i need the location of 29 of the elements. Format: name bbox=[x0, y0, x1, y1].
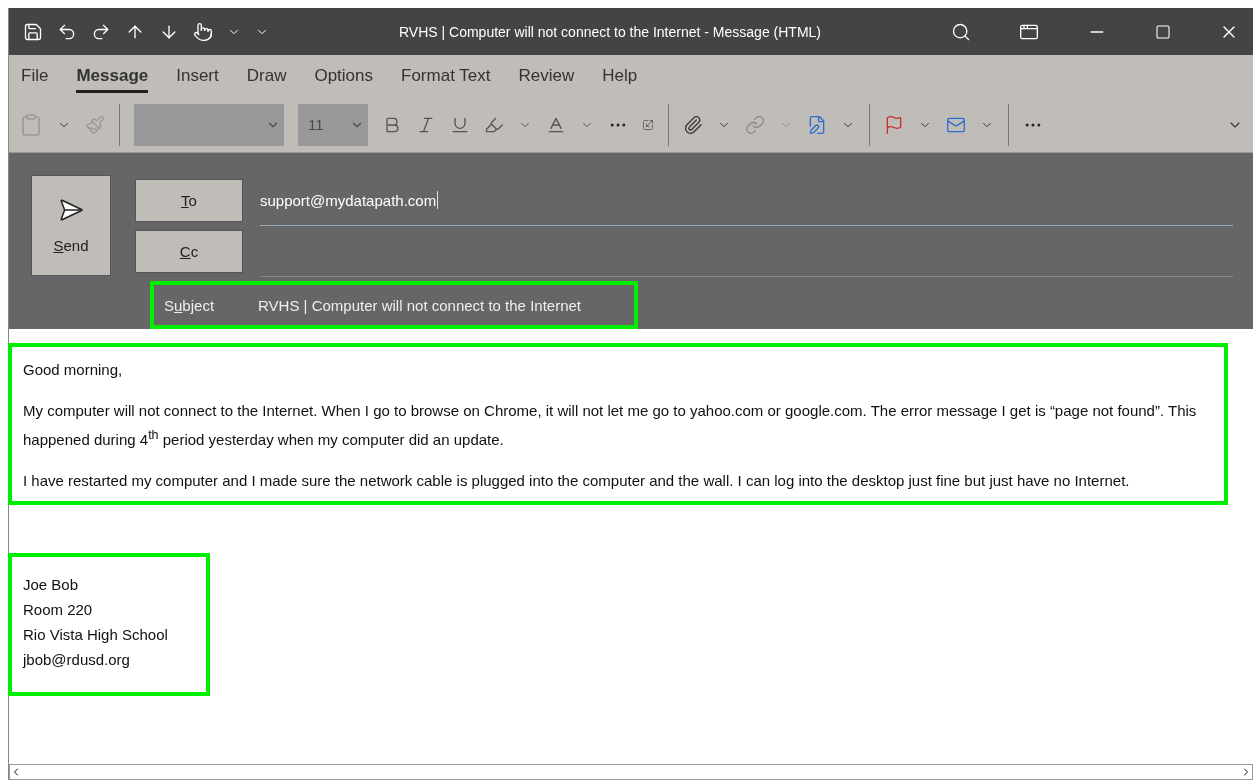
ribbon-tab[interactable]: File bbox=[21, 59, 49, 93]
flag-icon[interactable] bbox=[884, 114, 904, 135]
window-title: RVHS | Computer will not connect to the Internet - Message (HTML) bbox=[398, 23, 822, 40]
ribbon-tab[interactable]: Help bbox=[602, 59, 638, 93]
message-body[interactable] bbox=[8, 343, 1228, 505]
ribbon-tab[interactable]: Message bbox=[76, 59, 149, 93]
touch-hand-icon[interactable] bbox=[193, 21, 213, 42]
horizontal-scrollbar[interactable] bbox=[9, 764, 1253, 780]
ribbon-tab[interactable]: Format Text bbox=[401, 59, 491, 93]
recipient-button[interactable]: Cc bbox=[135, 230, 243, 274]
dialog-launcher-icon[interactable] bbox=[642, 118, 654, 131]
ribbon-tab[interactable]: Options bbox=[314, 59, 374, 93]
ribbon-tab[interactable]: Review bbox=[518, 59, 575, 93]
ribbon-tab[interactable]: Insert bbox=[176, 59, 219, 93]
send-button[interactable]: Send bbox=[31, 175, 111, 276]
recipient-button[interactable]: To bbox=[135, 179, 243, 223]
body-paragraph: Good morning, bbox=[23, 360, 124, 380]
signature-block: Joe Bob Room 220 Rio Vista High School jbob@rdusd.org bbox=[8, 553, 210, 696]
save-icon[interactable] bbox=[23, 21, 43, 42]
signature-icon[interactable] bbox=[807, 114, 827, 135]
paperclip-icon[interactable] bbox=[683, 114, 703, 135]
maximize-icon[interactable] bbox=[1155, 23, 1171, 40]
body-paragraph: I have restarted my computer and I made sure the network cable is plugged into the computer and the wall. I can log into the desktop just fine but just have no Internet. bbox=[23, 471, 1131, 491]
subject-field[interactable]: Subject RVHS | Computer will not connect to the Internet bbox=[150, 281, 638, 329]
send-icon bbox=[58, 197, 84, 223]
recipient-field[interactable]: support@mydatapath.com bbox=[260, 175, 1233, 227]
body-paragraph: My computer will not connect to the Internet. When I go to browse on Chrome, it will not let me go to yahoo.com or google.com. The error message I get is “page not found”. This happened during 4$^{th}$ period yesterday when my computer did an update. bbox=[23, 401, 1198, 450]
ribbon-tab[interactable]: Draw bbox=[246, 59, 287, 93]
search-icon[interactable] bbox=[951, 21, 971, 42]
